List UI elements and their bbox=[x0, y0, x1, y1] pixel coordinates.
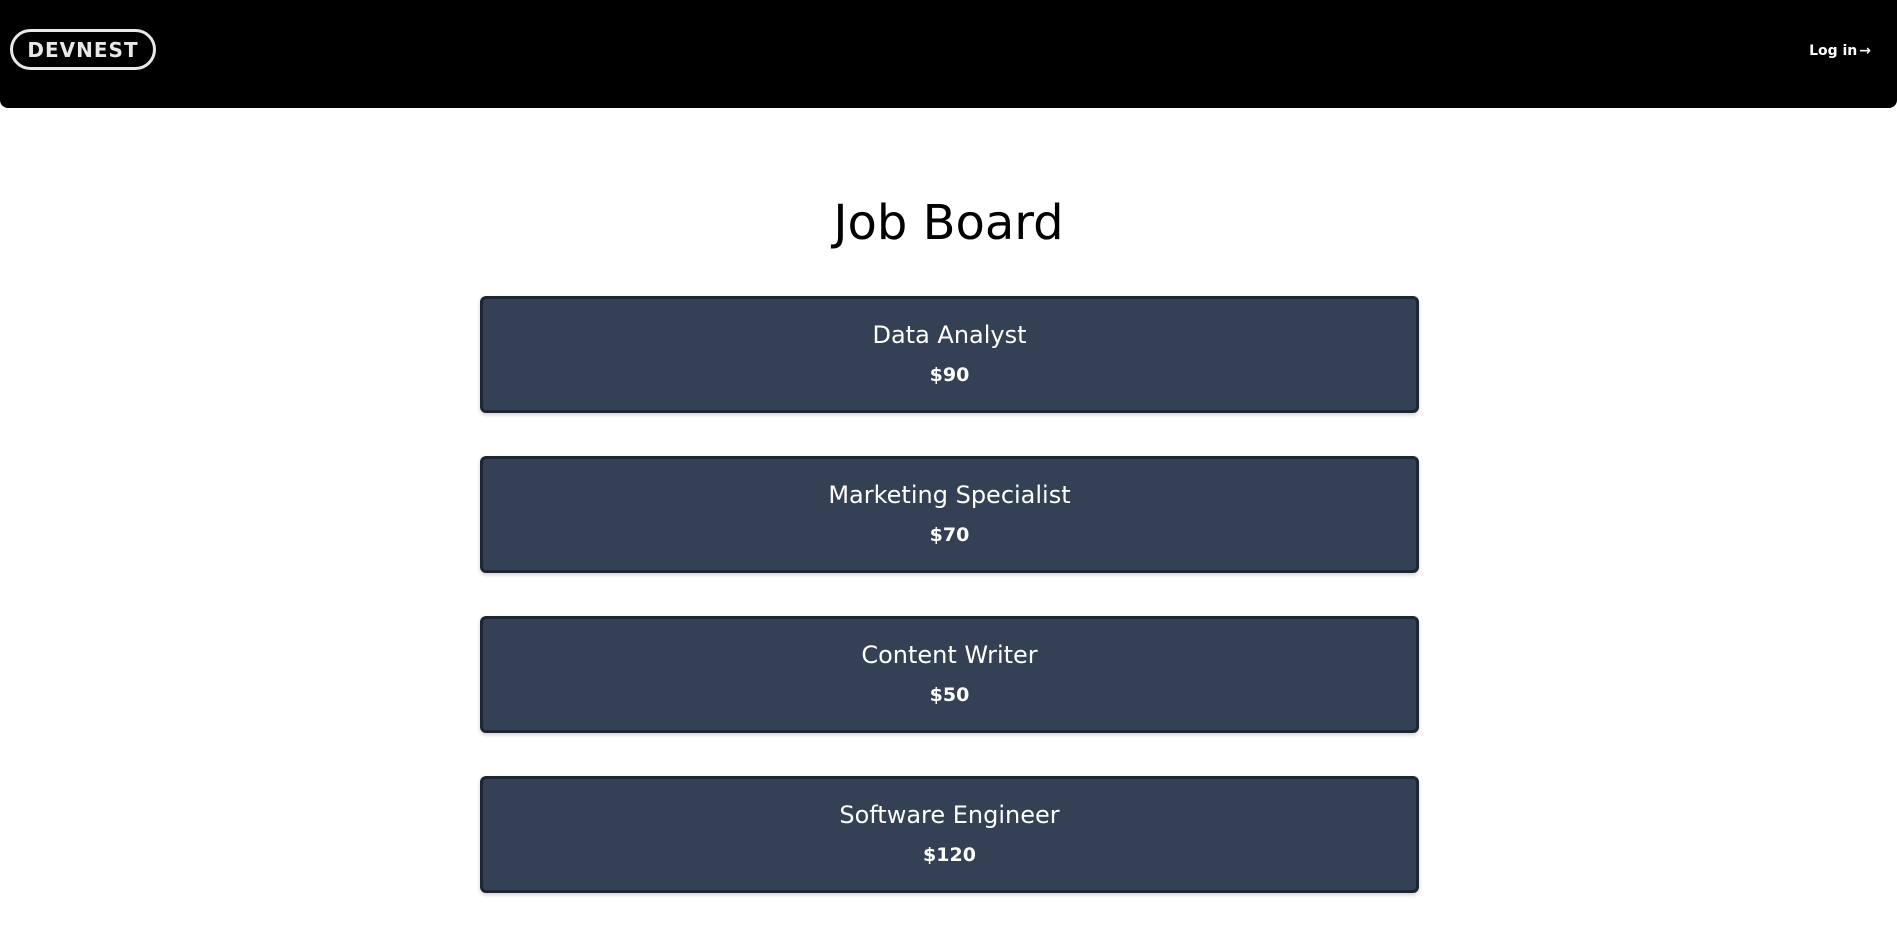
job-card-data-analyst[interactable]: Data Analyst $90 bbox=[480, 296, 1419, 413]
job-card-software-engineer[interactable]: Software Engineer $120 bbox=[480, 776, 1419, 893]
job-card-marketing-specialist[interactable]: Marketing Specialist $70 bbox=[480, 456, 1419, 573]
job-title: Data Analyst bbox=[872, 320, 1027, 349]
page-title: Job Board bbox=[833, 195, 1064, 251]
job-rate: $50 bbox=[929, 683, 970, 706]
job-title: Marketing Specialist bbox=[828, 480, 1071, 509]
top-header: DEVNEST Log in → bbox=[0, 0, 1897, 108]
job-title: Content Writer bbox=[861, 640, 1038, 669]
login-label: Log in bbox=[1809, 43, 1858, 59]
job-card-content-writer[interactable]: Content Writer $50 bbox=[480, 616, 1419, 733]
job-rate: $90 bbox=[929, 363, 970, 386]
job-rate: $120 bbox=[923, 843, 976, 866]
devnest-logo[interactable]: DEVNEST bbox=[10, 29, 156, 70]
login-link[interactable]: Log in → bbox=[1809, 43, 1871, 59]
job-title: Software Engineer bbox=[839, 800, 1060, 829]
arrow-right-icon: → bbox=[1859, 43, 1871, 59]
job-list: Data Analyst $90 Marketing Specialist $7… bbox=[480, 296, 1419, 936]
job-rate: $70 bbox=[929, 523, 970, 546]
